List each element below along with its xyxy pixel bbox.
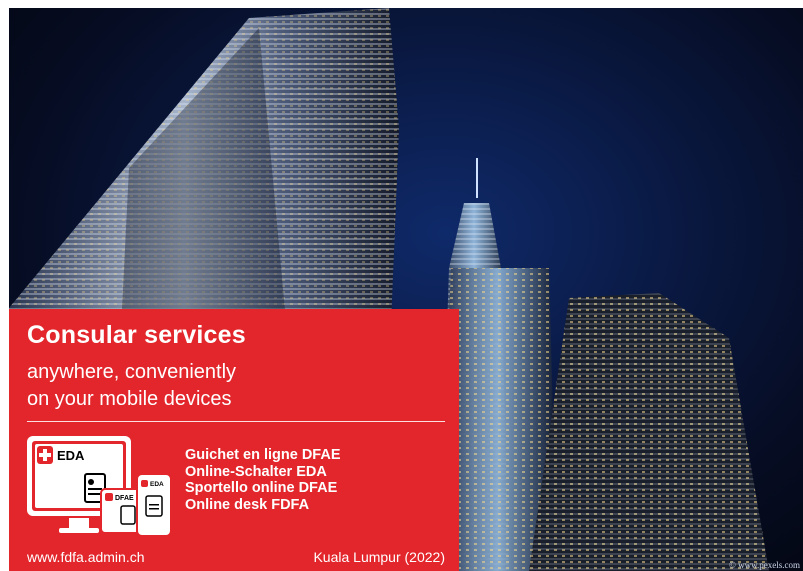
online-desk-list: Guichet en ligne DFAE Online-Schalter ED… bbox=[185, 447, 341, 513]
devices-illustration: EDA DFAE EDA bbox=[27, 436, 172, 537]
subheadline: anywhere, conveniently on your mobile de… bbox=[27, 359, 447, 413]
subheadline-line-1: anywhere, conveniently bbox=[27, 361, 237, 383]
red-info-panel: Consular services anywhere, conveniently… bbox=[9, 309, 459, 571]
monitor-label: EDA bbox=[57, 448, 85, 463]
online-desk-de: Online-Schalter EDA bbox=[185, 463, 327, 480]
website-link[interactable]: www.fdfa.admin.ch bbox=[27, 549, 145, 565]
online-desk-en: Online desk FDFA bbox=[185, 496, 310, 513]
divider bbox=[27, 421, 445, 422]
online-desk-it: Sportello online DFAE bbox=[185, 480, 338, 496]
photo-credit: © www.pexels.com bbox=[729, 560, 800, 570]
online-desk-fr: Guichet en ligne DFAE bbox=[185, 447, 341, 463]
consular-services-poster: © www.pexels.com Consular services anywh… bbox=[0, 0, 803, 571]
location-year: Kuala Lumpur (2022) bbox=[313, 549, 445, 565]
tablet-label: DFAE bbox=[115, 495, 134, 502]
phone-label: EDA bbox=[150, 481, 164, 488]
headline: Consular services bbox=[27, 321, 246, 349]
subheadline-line-2: on your mobile devices bbox=[27, 388, 232, 410]
